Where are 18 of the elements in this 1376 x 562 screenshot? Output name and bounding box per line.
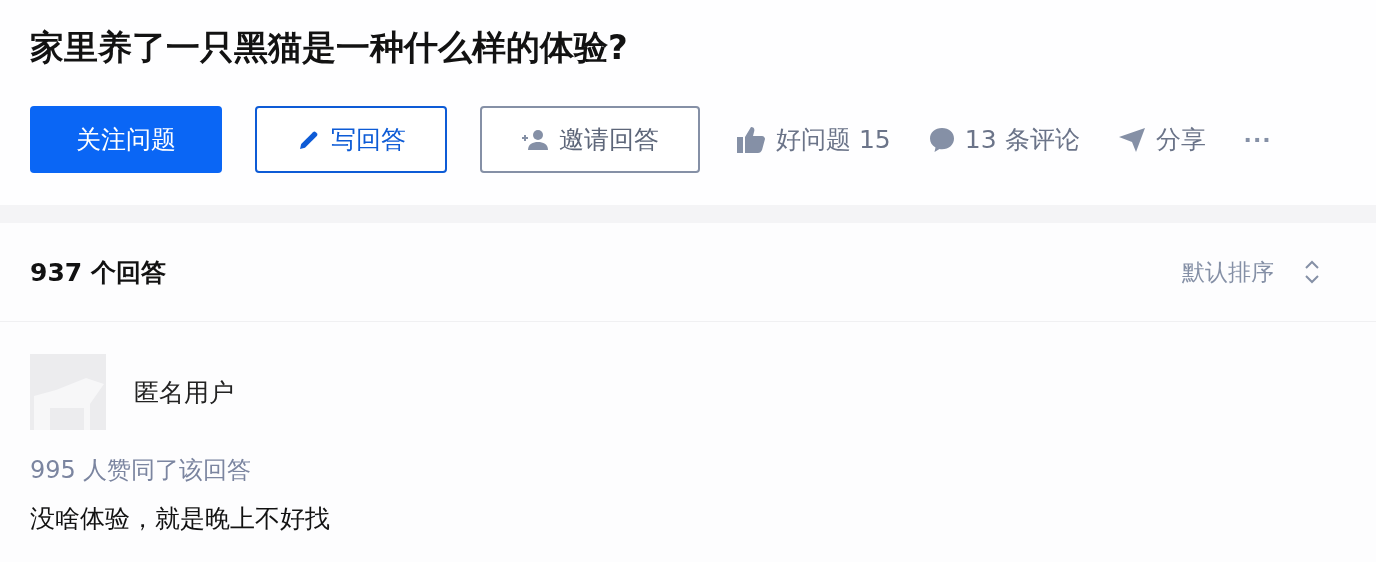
speech-bubble-icon bbox=[928, 126, 955, 153]
answer-count: 937 个回答 bbox=[30, 256, 166, 289]
add-person-icon bbox=[521, 128, 549, 151]
follow-button[interactable]: 关注问题 bbox=[30, 106, 222, 173]
sort-caret-icon bbox=[1304, 259, 1320, 285]
share-button[interactable]: 分享 bbox=[1117, 123, 1206, 156]
write-answer-button[interactable]: 写回答 bbox=[255, 106, 447, 173]
paper-plane-icon bbox=[1117, 126, 1146, 153]
more-button[interactable]: ··· bbox=[1243, 127, 1272, 152]
thumbs-up-icon bbox=[736, 125, 766, 154]
author-name[interactable]: 匿名用户 bbox=[134, 375, 234, 409]
comments-button[interactable]: 13 条评论 bbox=[928, 123, 1080, 156]
question-title: 家里养了一只黑猫是一种什么样的体验? bbox=[30, 26, 629, 69]
invite-button[interactable]: 邀请回答 bbox=[480, 106, 700, 173]
good-question-button[interactable]: 好问题 15 bbox=[736, 123, 891, 156]
answer-text: 没啥体验，就是晚上不好找 bbox=[30, 503, 331, 535]
vote-count: 995 人赞同了该回答 bbox=[30, 455, 253, 486]
sort-button[interactable]: 默认排序 bbox=[1182, 256, 1320, 288]
